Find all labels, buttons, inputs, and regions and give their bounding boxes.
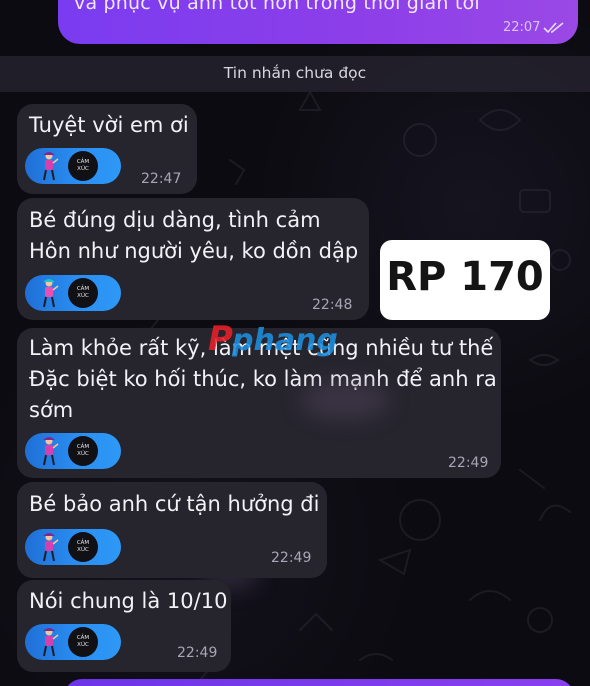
message-time: 22:48	[312, 297, 353, 313]
svg-text:P: P	[208, 319, 233, 359]
dancer-figure-icon	[43, 279, 59, 308]
sticker-pill[interactable]: CẢM XÚC	[25, 433, 121, 469]
message-time: 22:49	[177, 645, 218, 661]
sticker-pill[interactable]: CẢM XÚC	[25, 624, 121, 660]
dancer-figure-icon	[43, 437, 59, 466]
chat-screen: và phục vụ anh tốt hơn trong thời gian t…	[0, 0, 590, 686]
message-text-line: Tuyệt vời em ơi	[29, 113, 189, 137]
sticker-label: CẢM XÚC	[76, 540, 90, 553]
message-text-line: Bé bảo anh cứ tận hưởng đi	[29, 492, 320, 516]
outgoing-message-bubble[interactable]	[64, 679, 574, 686]
watermark-logo: P phang	[208, 319, 338, 359]
blurred-area	[300, 380, 390, 420]
sticker-label: CẢM XÚC	[76, 159, 90, 172]
sticker-label: CẢM XÚC	[76, 286, 90, 299]
price-tag-text: RP 170	[386, 254, 544, 300]
message-time: 22:49	[448, 455, 489, 471]
message-time: 22:47	[141, 171, 182, 187]
sticker-badge: CẢM XÚC	[68, 627, 98, 657]
dancer-figure-icon	[43, 533, 59, 562]
dancer-figure-icon	[43, 152, 59, 181]
svg-text:phang: phang	[231, 323, 338, 358]
sticker-label: CẢM XÚC	[76, 635, 90, 648]
sticker-badge: CẢM XÚC	[68, 151, 98, 181]
message-text-line: Đặc biệt ko hối thúc, ko làm mạnh để anh…	[29, 367, 497, 391]
double-check-icon	[543, 22, 564, 34]
unread-messages-label: Tin nhắn chưa đọc	[223, 64, 367, 82]
message-time: 22:49	[271, 550, 312, 566]
sticker-pill[interactable]: CẢM XÚC	[25, 148, 121, 184]
message-text-line: Bé đúng dịu dàng, tình cảm	[29, 208, 321, 232]
sticker-badge: CẢM XÚC	[68, 436, 98, 466]
sticker-pill[interactable]: CẢM XÚC	[25, 275, 121, 311]
outgoing-message-time: 22:07	[503, 20, 541, 35]
message-text-line: sớm	[29, 398, 74, 422]
message-text-line: Hôn như người yêu, ko dồn dập	[29, 239, 359, 263]
message-text-line: Nói chung là 10/10	[29, 589, 228, 613]
dancer-figure-icon	[43, 628, 59, 657]
outgoing-message-text: và phục vụ anh tốt hơn trong thời gian t…	[74, 0, 480, 14]
sticker-badge: CẢM XÚC	[68, 532, 98, 562]
sticker-label: CẢM XÚC	[76, 444, 90, 457]
sticker-badge: CẢM XÚC	[68, 278, 98, 308]
sticker-pill[interactable]: CẢM XÚC	[25, 529, 121, 565]
